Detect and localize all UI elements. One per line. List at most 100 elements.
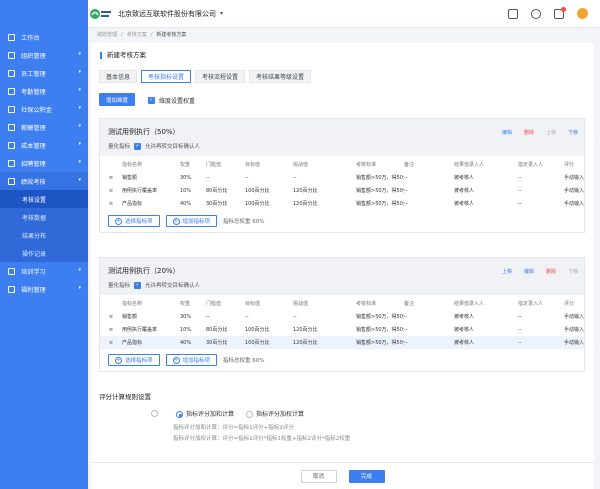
table-cell: 销售额>50万，得50分... — [356, 188, 404, 194]
tab-indicator-settings[interactable]: 考核指标设置 — [141, 70, 192, 83]
dimension-footer: + 选择指标项 + 增加指标项 指标总权重 60% — [100, 210, 584, 232]
total-weight-text: 指标总权重 60% — [223, 358, 265, 364]
checkbox-checked-icon[interactable]: ✓ — [134, 281, 142, 289]
formula-weighted: 指标评分加权计算：评分=指标1评分*指标1权重+指标2评分*指标2权重 — [173, 436, 351, 442]
avatar[interactable] — [577, 8, 588, 19]
table-cell: 用例执行覆盖率 — [122, 188, 158, 194]
sidebar-item[interactable]: 社保公积金 ▾ — [0, 100, 88, 118]
tab-flow-settings[interactable]: 考核流程设置 — [195, 70, 246, 83]
breadcrumb-item[interactable]: 绩效管理 — [97, 31, 117, 38]
book-icon — [8, 267, 15, 275]
checkbox-checked-icon[interactable]: ✓ — [148, 97, 155, 104]
sidebar-item[interactable]: 成本管理 ▾ — [0, 136, 88, 154]
sidebar-item[interactable]: 福利管理 ▾ — [0, 280, 88, 298]
down-button[interactable]: 下移 — [568, 129, 578, 136]
sidebar-item[interactable]: 培训学习 ▾ — [0, 262, 88, 280]
table-cell: 手动输入 — [564, 188, 585, 194]
radio-checked-icon[interactable] — [176, 411, 183, 418]
table-cell: -- — [404, 174, 408, 181]
radio-unlabeled[interactable] — [151, 410, 158, 417]
sidebar-item[interactable]: 薪酬管理 ▾ — [0, 118, 88, 136]
dimension-footer: + 选择指标项 + 增加指标项 指标总权重 60% — [100, 349, 584, 371]
bell-icon[interactable] — [554, 6, 566, 19]
cancel-button[interactable]: 取消 — [300, 469, 337, 483]
table-cell: 100百分比 — [245, 327, 270, 333]
tab-result-level-settings[interactable]: 考核结果等级设置 — [249, 70, 312, 83]
sidebar-item[interactable]: 考勤管理 ▾ — [0, 82, 88, 100]
add-indicator-button[interactable]: + 增加指标项 — [165, 215, 218, 227]
column-header: 备注 — [404, 301, 415, 307]
column-header: 权重 — [180, 162, 191, 168]
select-indicator-button[interactable]: + 选择指标项 — [108, 215, 160, 227]
checkbox-checked-icon[interactable]: ✓ — [134, 142, 142, 150]
add-indicator-button[interactable]: + 增加指标项 — [165, 354, 218, 366]
select-indicator-label: 选择指标项 — [125, 358, 153, 364]
drag-handle-icon[interactable]: ≡ — [100, 197, 122, 210]
chevron-down-icon: ▾ — [78, 159, 81, 165]
drag-handle-icon[interactable]: ≡ — [100, 310, 122, 323]
dimension-weight-label: 维度设置权重 — [159, 98, 196, 105]
column-header: 目标值 — [245, 162, 261, 168]
tab-basic-info[interactable]: 基本信息 — [99, 70, 138, 83]
radio-unchecked-icon[interactable] — [246, 411, 254, 418]
drag-handle-icon[interactable]: ≡ — [100, 171, 122, 184]
tab-bar: 基本信息 考核指标设置 考核流程设置 考核结果等级设置 — [99, 70, 312, 83]
table-cell: 被考核人 — [454, 314, 475, 320]
page-title: 新建考核方案 — [100, 52, 146, 59]
footer-bar: 取消 完成 — [91, 462, 594, 489]
edit-button[interactable]: 编辑 — [502, 129, 512, 136]
edit-button[interactable]: 编辑 — [524, 268, 534, 275]
table-row[interactable]: ≡用例执行覆盖率 10% 80百分比 100百分比 120百分比 销售额>50万，得50分… — [100, 323, 584, 336]
up-button[interactable]: 上移 — [502, 268, 512, 275]
notification-dot — [561, 6, 566, 12]
sidebar-item[interactable]: 工作台 — [0, 28, 88, 46]
dimension-weight-option[interactable]: ✓ 维度设置权重 — [148, 96, 195, 105]
select-indicator-button[interactable]: + 选择指标项 — [108, 354, 160, 366]
sidebar-item[interactable]: 组织管理 ▾ — [0, 46, 88, 64]
down-button[interactable]: 下移 — [568, 268, 578, 275]
table-cell: 手动输入 — [564, 314, 585, 320]
sidebar-item[interactable]: 招聘管理 ▾ — [0, 154, 88, 172]
briefcase-icon — [8, 159, 15, 167]
sidebar-subitem[interactable]: 操作记录 — [0, 244, 88, 262]
sidebar-subitem[interactable]: 考核设置 — [0, 190, 88, 208]
delete-button[interactable]: 删除 — [546, 268, 556, 275]
finish-button[interactable]: 完成 — [348, 469, 385, 483]
up-button[interactable]: 上移 — [546, 129, 556, 136]
table-cell: -- — [206, 174, 210, 181]
breadcrumb-item[interactable]: 考核方案 — [127, 31, 147, 38]
drag-handle-icon[interactable]: ≡ — [100, 323, 122, 336]
table-cell: 手动输入 — [564, 201, 585, 207]
table-row[interactable]: ≡产品指标 40% 30百分比 100百分比 120百分比 销售额>50万，得50分...… — [100, 336, 584, 349]
table-cell: 120百分比 — [293, 201, 318, 207]
column-header: 门槛值 — [206, 162, 222, 168]
drag-handle-icon[interactable]: ≡ — [100, 336, 122, 349]
radio-sum[interactable]: 指标评分加和计算 — [176, 409, 234, 418]
clock-icon — [8, 87, 15, 95]
chevron-down-icon: ▾ — [78, 69, 81, 75]
table-cell: 销售额>50万，得50分... — [356, 314, 404, 320]
add-dimension-button[interactable]: 增加维度 — [99, 93, 136, 106]
table-cell: 销售额>50万，得50分... — [356, 175, 404, 181]
radio-weighted-label: 指标评分加权计算 — [256, 411, 305, 418]
help-icon[interactable] — [531, 8, 541, 19]
delete-button[interactable]: 删除 — [524, 129, 534, 136]
table-cell: 被考核人 — [454, 188, 475, 194]
company-name[interactable]: 北京致远互联软件股份有限公司 — [118, 9, 216, 19]
table-cell: 销售额 — [122, 314, 138, 320]
table-row[interactable]: ≡产品指标 40% 30百分比 100百分比 120百分比 销售额>50万，得50分...… — [100, 197, 584, 210]
table-row[interactable]: ≡用例执行覆盖率 10% 80百分比 100百分比 120百分比 销售额>50万，得50分… — [100, 184, 584, 197]
dimension-meta: 量化指标 ✓ 允许再转交目标确认人 — [108, 281, 200, 289]
sidebar-subitem[interactable]: 考核数据 — [0, 208, 88, 226]
task-icon[interactable] — [508, 8, 518, 19]
table-row[interactable]: ≡销售额30%------销售额>50万，得50分...--被考核人--手动输入 — [100, 171, 584, 184]
sidebar-subitem[interactable]: 结果分布 — [0, 226, 88, 244]
table-row[interactable]: ≡销售额30%------销售额>50万，得50分...--被考核人--手动输入 — [100, 310, 584, 323]
radio-weighted[interactable]: 指标评分加权计算 — [246, 409, 304, 418]
column-header — [100, 158, 122, 171]
sidebar-item[interactable]: 绩效考核 ▾ — [0, 172, 88, 190]
plus-circle-icon: + — [172, 217, 180, 225]
drag-handle-icon[interactable]: ≡ — [100, 184, 122, 197]
chevron-down-icon[interactable]: ▾ — [220, 10, 223, 17]
sidebar-item[interactable]: 员工管理 ▾ — [0, 64, 88, 82]
